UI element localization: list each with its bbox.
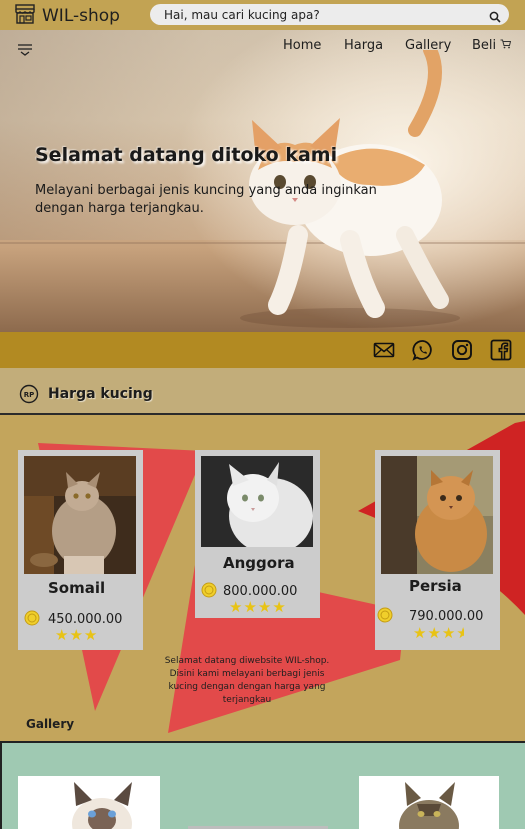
card-price: 790.000.00 [409,609,484,624]
price-card-persia[interactable]: Persia 790.000.00 ★★★★ [375,450,500,650]
mail-icon[interactable] [373,339,395,365]
gallery-section-title: Gallery [26,717,75,731]
coin-icon [201,582,217,602]
whatsapp-icon[interactable] [412,339,434,365]
card-name: Somail [48,579,106,597]
nav-harga[interactable]: Harga [344,38,383,53]
gallery-section [0,741,525,829]
cart-icon [500,39,512,49]
instagram-icon[interactable] [451,339,473,365]
price-cards-section: Somail 450.000.00 ★★★ Anggora 800.000.00 [0,415,525,741]
rupiah-icon-label: RP [24,391,35,399]
nav-beli-label: Beli [472,38,497,53]
store-icon [14,4,36,28]
coin-icon [24,610,40,630]
search-icon[interactable] [489,8,501,27]
brand-logo[interactable]: WIL-shop [14,4,120,28]
social-bar [0,332,525,368]
price-section-header: RP Harga kucing [0,368,525,415]
rating-stars: ★★★★ [229,598,287,616]
facebook-icon[interactable] [490,339,512,365]
rating-stars: ★★★ [55,626,99,644]
card-name: Persia [409,577,462,595]
gallery-image-1[interactable] [18,776,160,829]
price-section-title: Harga kucing [48,386,153,402]
price-card-somail[interactable]: Somail 450.000.00 ★★★ [18,450,143,650]
search-bar [150,4,509,25]
card-price: 450.000.00 [48,612,123,627]
nav-home[interactable]: Home [283,38,321,53]
main-nav: Home Harga Gallery Beli [0,38,525,58]
hero-text: Melayani berbagai jenis kuncing yang and… [35,183,377,216]
price-card-anggora[interactable]: Anggora 800.000.00 ★★★★ [195,450,320,618]
brand-name: WIL-shop [42,6,120,26]
card-price: 800.000.00 [223,584,298,599]
rating-stars: ★★★★ [413,624,465,642]
welcome-note: Selamat datang diwebsite WIL-shop. Disin… [164,656,330,705]
coin-icon [377,607,393,627]
nav-beli[interactable]: Beli [472,38,512,53]
hero-banner: Home Harga Gallery Beli Selamat datang d… [0,30,525,332]
cat-photo-somail [24,456,136,574]
search-input[interactable] [164,4,474,25]
hero-title: Selamat datang ditoko kami [35,144,338,166]
nav-gallery[interactable]: Gallery [405,38,451,53]
gallery-image-3[interactable] [359,776,499,829]
card-name: Anggora [223,554,295,572]
rupiah-icon: RP [19,384,39,408]
cat-photo-anggora [201,456,313,547]
top-bar: WIL-shop [0,0,525,30]
cat-photo-persia [381,456,493,574]
